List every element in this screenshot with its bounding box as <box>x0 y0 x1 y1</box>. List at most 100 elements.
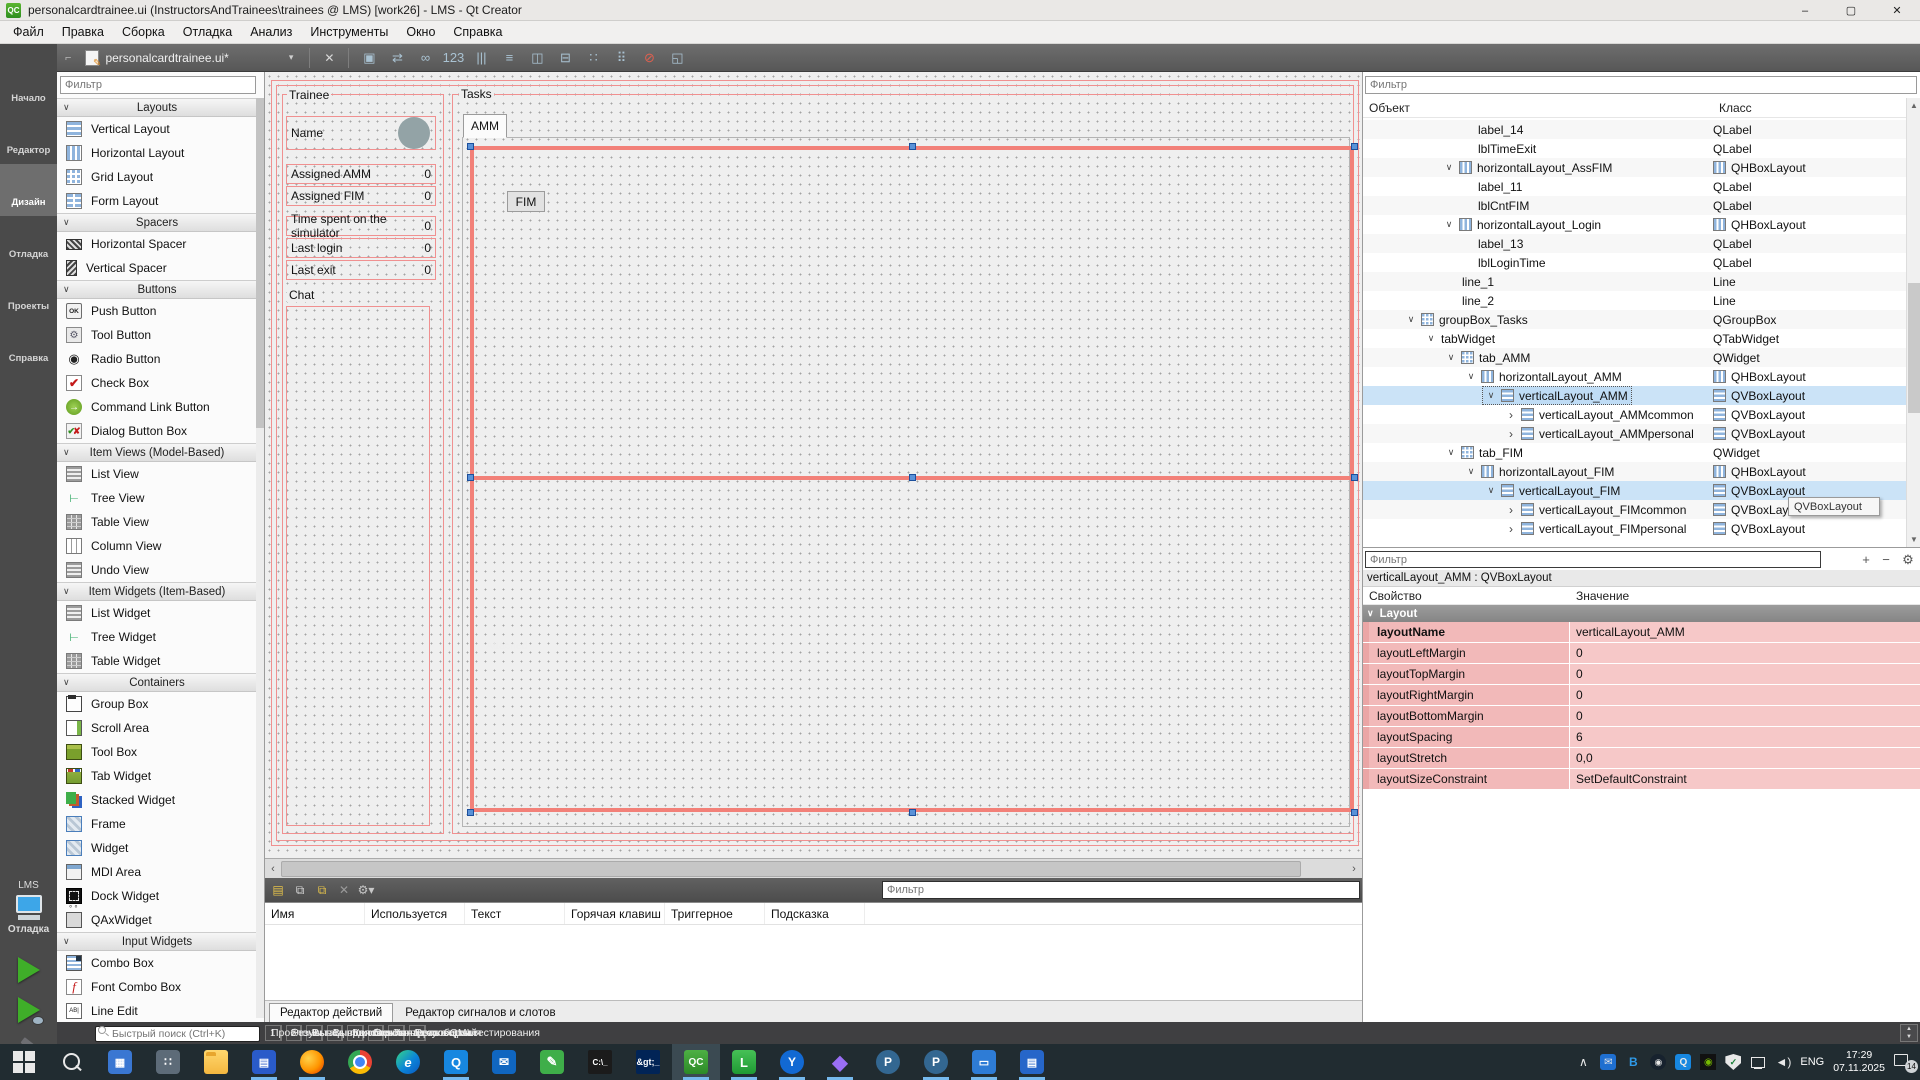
action-column-header[interactable]: Подсказка <box>765 903 865 924</box>
chevron-down-icon[interactable]: ▾ <box>289 52 294 63</box>
taskbar-app-button[interactable]: ▤ <box>240 1044 288 1080</box>
action-column-header[interactable]: Триггерное <box>665 903 765 924</box>
scroll-right-icon[interactable]: › <box>1346 859 1362 879</box>
column-value[interactable]: Значение <box>1570 587 1629 604</box>
chat-box[interactable] <box>286 306 430 826</box>
widget-list-row[interactable]: Table Widget <box>57 649 257 673</box>
steam-icon[interactable]: ◉ <box>1650 1054 1666 1070</box>
mode-button[interactable]: Дизайн <box>0 164 57 216</box>
action-toolbar-icon[interactable]: ▤ <box>269 881 287 899</box>
menu-item[interactable]: Справка <box>444 22 511 42</box>
action-column-header[interactable]: Текст <box>465 903 565 924</box>
action-column-header[interactable]: Используется <box>365 903 465 924</box>
q-app-tray-icon[interactable]: Q <box>1675 1054 1691 1070</box>
widget-list-row[interactable]: ◉ Radio Button <box>57 347 257 371</box>
form-canvas[interactable]: Trainee Name Assigned AMM 0 Assigned FIM… <box>265 72 1362 858</box>
widget-list-row[interactable]: AB| Line Edit <box>57 999 257 1022</box>
expander-icon[interactable] <box>1486 390 1496 401</box>
taskbar-app-button[interactable]: L <box>720 1044 768 1080</box>
object-tree-row[interactable]: verticalLayout_FIMpersonal QVBoxLayout <box>1363 519 1907 538</box>
network-icon[interactable] <box>1750 1054 1766 1070</box>
taskbar-app-button[interactable]: e <box>384 1044 432 1080</box>
taskbar-app-button[interactable]: ▦ <box>96 1044 144 1080</box>
object-tree-row[interactable]: label_14 QLabel <box>1363 120 1907 139</box>
action-toolbar-icon[interactable]: ⚙▾ <box>357 881 375 899</box>
widget-list-row[interactable]: Form Layout <box>57 189 257 213</box>
add-property-button[interactable]: + <box>1856 551 1876 568</box>
taskbar-app-button[interactable] <box>48 1044 96 1080</box>
taskbar-app-button[interactable]: Y <box>768 1044 816 1080</box>
widget-list-row[interactable]: Dock Widget <box>57 884 257 908</box>
action-column-header[interactable]: Имя <box>265 903 365 924</box>
taskbar-app-button[interactable]: C:\_ <box>576 1044 624 1080</box>
minimize-button[interactable]: – <box>1782 0 1828 21</box>
scroll-left-icon[interactable]: ‹ <box>265 859 281 879</box>
widget-list-row[interactable]: ∨ Input Widgets <box>57 932 257 951</box>
security-shield-icon[interactable]: ✓ <box>1725 1054 1741 1070</box>
designer-toolbar-icon[interactable]: ◱ <box>665 47 689 69</box>
widget-list-row[interactable]: List Widget <box>57 601 257 625</box>
mode-button[interactable]: Отладка <box>0 216 57 268</box>
output-pane-button[interactable]: 6 Основные сообщения <box>368 1025 385 1041</box>
action-toolbar-icon[interactable]: ⧉ <box>291 881 309 899</box>
volume-icon[interactable]: ◄) <box>1775 1054 1791 1070</box>
notifications-button[interactable]: 14 <box>1894 1054 1914 1070</box>
pane-arrows-button[interactable]: ▲ ▼ <box>1900 1024 1918 1042</box>
expander-icon[interactable] <box>1444 219 1454 230</box>
selection-handle[interactable] <box>909 809 916 816</box>
expander-icon[interactable] <box>1506 427 1516 441</box>
bottom-tab[interactable]: Редактор действий <box>269 1003 393 1022</box>
taskbar-app-button[interactable] <box>288 1044 336 1080</box>
taskbar-app-button[interactable]: ✎ <box>528 1044 576 1080</box>
selection-handle[interactable] <box>467 143 474 150</box>
widget-list-row[interactable]: ∨ Buttons <box>57 280 257 299</box>
object-tree-row[interactable]: horizontalLayout_FIM QHBoxLayout <box>1363 462 1907 481</box>
widget-list-row[interactable]: f Font Combo Box <box>57 975 257 999</box>
widget-list-row[interactable]: List View <box>57 462 257 486</box>
designer-toolbar-icon[interactable]: ⇄ <box>385 47 409 69</box>
widget-list-row[interactable]: Tool Box <box>57 740 257 764</box>
widget-list-row[interactable]: Horizontal Layout <box>57 141 257 165</box>
scrollbar-thumb[interactable] <box>1908 283 1920 413</box>
object-tree-row[interactable]: groupBox_Tasks QGroupBox <box>1363 310 1907 329</box>
widget-list-row[interactable]: Stacked Widget <box>57 788 257 812</box>
action-toolbar-icon[interactable]: ⧉ <box>313 881 331 899</box>
object-filter-input[interactable] <box>1365 76 1917 94</box>
trainee-stat-row[interactable]: Assigned AMM 0 <box>286 164 436 184</box>
designer-toolbar-icon[interactable]: ||| <box>469 47 493 69</box>
object-tree-row[interactable]: line_1 Line <box>1363 272 1907 291</box>
output-pane-button[interactable]: 5 Консоль отладчика QML <box>347 1025 364 1041</box>
object-tree-row[interactable]: tab_FIM QWidget <box>1363 443 1907 462</box>
column-property[interactable]: Свойство <box>1363 587 1570 604</box>
widget-list-row[interactable]: ⊢ Tree View <box>57 486 257 510</box>
widget-list-row[interactable]: → Command Link Button <box>57 395 257 419</box>
configure-property-button[interactable]: ⚙ <box>1898 551 1918 568</box>
scroll-up-icon[interactable]: ▲ <box>1907 98 1920 113</box>
expander-icon[interactable] <box>1406 314 1416 325</box>
expander-icon[interactable] <box>1506 522 1516 536</box>
designer-toolbar-icon[interactable]: ≡ <box>497 47 521 69</box>
expander-icon[interactable] <box>1486 485 1496 496</box>
taskbar-app-button[interactable] <box>192 1044 240 1080</box>
object-tree-row[interactable]: lblLoginTime QLabel <box>1363 253 1907 272</box>
bottom-tab[interactable]: Редактор сигналов и слотов <box>395 1004 565 1022</box>
taskbar-app-button[interactable]: ▤ <box>1008 1044 1056 1080</box>
object-tree-row[interactable]: horizontalLayout_AssFIM QHBoxLayout <box>1363 158 1907 177</box>
menu-item[interactable]: Файл <box>4 22 53 42</box>
widget-list-row[interactable]: ✔ Check Box <box>57 371 257 395</box>
object-tree-row[interactable]: tab_AMM QWidget <box>1363 348 1907 367</box>
action-filter-input[interactable] <box>882 881 1360 899</box>
taskbar-app-button[interactable]: ▭ <box>960 1044 1008 1080</box>
trainee-stat-row[interactable]: Last login 0 <box>286 238 436 258</box>
expander-icon[interactable] <box>1506 408 1516 422</box>
widgetbox-scrollbar[interactable] <box>256 98 264 1018</box>
mode-button[interactable]: Справка <box>0 320 57 372</box>
property-section-layout[interactable]: ∨ Layout <box>1363 605 1920 622</box>
object-tree-row[interactable]: line_2 Line <box>1363 291 1907 310</box>
expander-icon[interactable] <box>1444 162 1454 173</box>
selection-handle[interactable] <box>909 474 916 481</box>
close-button[interactable]: ✕ <box>1874 0 1920 21</box>
taskbar-app-button[interactable]: P <box>912 1044 960 1080</box>
designer-toolbar-icon[interactable]: ∷ <box>581 47 605 69</box>
widget-list-row[interactable]: QAxWidget <box>57 908 257 932</box>
